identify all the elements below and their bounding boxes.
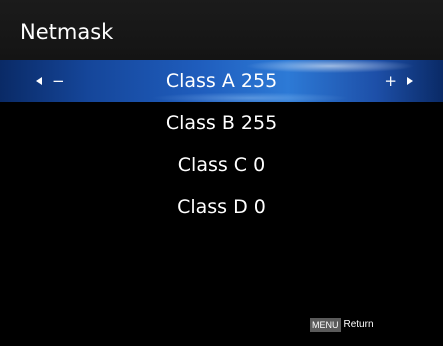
minus-symbol: − (52, 71, 65, 90)
list-item-class-a[interactable]: − Class A 255 + (0, 60, 443, 102)
return-label: Return (343, 319, 374, 330)
list-item-class-c[interactable]: Class C 0 (0, 144, 443, 186)
list-item-label: Class B 255 (165, 112, 278, 134)
list-item-label: Class C 0 (177, 154, 266, 176)
decrease-control[interactable]: − (36, 60, 65, 102)
return-hint[interactable]: MENU Return (310, 318, 374, 332)
netmask-list: − Class A 255 + Class B 255 Class C 0 Cl… (0, 60, 443, 228)
arrow-right-icon (407, 77, 413, 85)
plus-symbol: + (384, 71, 397, 90)
arrow-left-icon (36, 77, 42, 85)
menu-key-badge: MENU (310, 318, 341, 332)
list-item-class-b[interactable]: Class B 255 (0, 102, 443, 144)
list-item-class-d[interactable]: Class D 0 (0, 186, 443, 228)
list-item-label: Class A 255 (165, 70, 278, 92)
page-title: Netmask (20, 20, 114, 44)
osd-screen: Netmask − Class A 255 + Class B 255 Clas… (0, 0, 443, 346)
increase-control[interactable]: + (384, 60, 413, 102)
list-item-label: Class D 0 (177, 196, 266, 218)
menu-header: Netmask (0, 0, 443, 60)
